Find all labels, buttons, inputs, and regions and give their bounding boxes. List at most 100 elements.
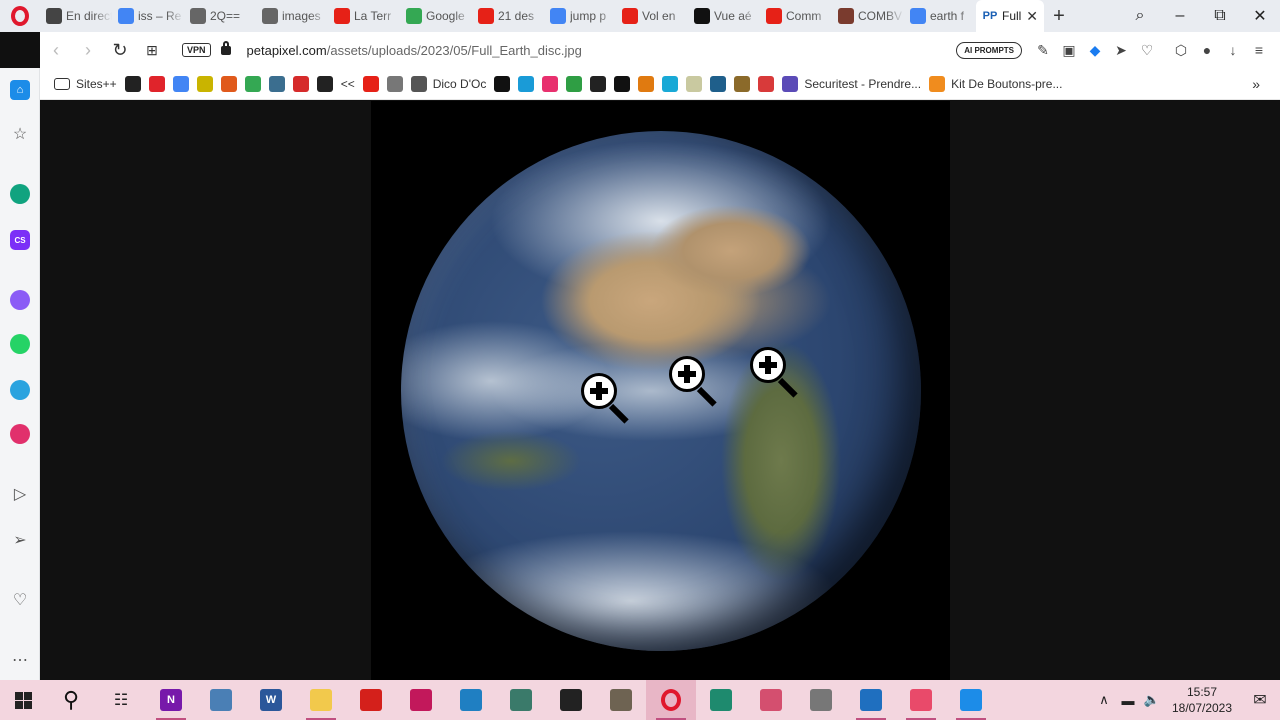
taskbar-word[interactable]: W — [246, 680, 296, 720]
heart-icon[interactable]: ♡ — [1134, 42, 1160, 59]
tab-search-icon[interactable]: ⌕ — [1120, 7, 1160, 25]
forward-button[interactable]: › — [72, 40, 104, 61]
search-button[interactable]: ⚲ — [46, 680, 96, 720]
bookmark-item[interactable]: Sites++ — [54, 77, 117, 91]
bookmark-item[interactable] — [196, 75, 213, 92]
tab[interactable]: Google — [400, 0, 472, 32]
telegram-icon[interactable] — [10, 380, 30, 400]
tab[interactable]: COMBV — [832, 0, 904, 32]
taskbar-opera[interactable] — [646, 680, 696, 720]
opera-menu-button[interactable] — [0, 0, 40, 32]
bookmark-item[interactable] — [758, 75, 775, 92]
lock-icon[interactable] — [220, 40, 231, 55]
download-icon[interactable]: ↓ — [1220, 42, 1246, 58]
send-icon[interactable]: ➤ — [1108, 42, 1134, 59]
bookmarks-more-button[interactable]: » — [1252, 76, 1260, 92]
bookmark-item[interactable] — [662, 75, 679, 92]
bookmark-item[interactable] — [710, 75, 727, 92]
notification-icon[interactable]: ✉ — [1240, 690, 1280, 710]
heart-icon[interactable]: ♡ — [10, 590, 30, 610]
taskbar-store[interactable] — [846, 680, 896, 720]
taskbar-mic[interactable] — [796, 680, 846, 720]
tab-active[interactable]: PP Full ✕ — [976, 0, 1044, 32]
close-window-button[interactable]: ✕ — [1240, 6, 1280, 26]
home-icon[interactable]: ⌂ — [10, 80, 30, 100]
player-icon[interactable]: ▷ — [10, 484, 30, 504]
clock[interactable]: 15:57 18/07/2023 — [1164, 684, 1240, 716]
taskbar-onenote[interactable]: N — [146, 680, 196, 720]
volume-icon[interactable]: 🔈 — [1140, 692, 1164, 708]
bookmark-item[interactable] — [316, 75, 333, 92]
bookmark-item[interactable] — [614, 75, 631, 92]
tab[interactable]: Vol en — [616, 0, 688, 32]
bookmark-item[interactable] — [590, 75, 607, 92]
taskbar-calculator[interactable] — [196, 680, 246, 720]
messenger-icon[interactable] — [10, 290, 30, 310]
profile-icon[interactable]: ● — [1194, 42, 1220, 58]
bookmark-item[interactable] — [386, 75, 403, 92]
tab-close-icon[interactable]: ✕ — [1026, 8, 1038, 25]
vpn-badge[interactable]: VPN — [182, 43, 211, 57]
restore-button[interactable]: ⧉ — [1200, 7, 1240, 25]
taskbar-sticky[interactable] — [546, 680, 596, 720]
bookmark-item[interactable] — [566, 75, 583, 92]
ai-prompts-button[interactable]: AI PROMPTS — [956, 41, 1022, 59]
bookmark-item[interactable]: << — [341, 77, 355, 91]
url-field[interactable]: petapixel.com/assets/uploads/2023/05/Ful… — [247, 43, 582, 58]
taskbar-photos[interactable] — [946, 680, 996, 720]
cube-icon[interactable]: ⬡ — [1168, 42, 1194, 59]
camera-icon[interactable]: ▣ — [1056, 42, 1082, 59]
tab[interactable]: jump p — [544, 0, 616, 32]
taskbar-gimp[interactable] — [596, 680, 646, 720]
easy-setup-icon[interactable]: ≡ — [1246, 42, 1272, 58]
instagram-icon[interactable] — [10, 424, 30, 444]
bookmark-item[interactable] — [494, 75, 511, 92]
tab[interactable]: 2Q== — [184, 0, 256, 32]
bookmark-item[interactable] — [148, 75, 165, 92]
taskbar-recorder[interactable] — [896, 680, 946, 720]
bookmark-item[interactable] — [292, 75, 309, 92]
cs-icon[interactable]: CS — [10, 230, 30, 250]
battery-icon[interactable]: ▬ — [1116, 693, 1140, 708]
bookmark-item[interactable]: Kit De Boutons-pre... — [929, 75, 1062, 92]
bookmark-item[interactable]: Securitest - Prendre... — [782, 75, 921, 92]
tab[interactable]: Vue aé — [688, 0, 760, 32]
taskbar-snipping[interactable] — [746, 680, 796, 720]
whatsapp-icon[interactable] — [10, 334, 30, 354]
bookmark-item[interactable] — [244, 75, 261, 92]
taskbar-app[interactable] — [496, 680, 546, 720]
send-icon[interactable]: ➢ — [10, 530, 30, 550]
edit-icon[interactable]: ✎ — [1030, 42, 1056, 59]
task-view-button[interactable]: ☷ — [96, 680, 146, 720]
reload-button[interactable]: ↻ — [104, 40, 136, 61]
taskbar-browser[interactable] — [446, 680, 496, 720]
bookmark-item[interactable] — [268, 75, 285, 92]
bookmark-item[interactable] — [734, 75, 751, 92]
tab[interactable]: iss – Re — [112, 0, 184, 32]
tab[interactable]: Comm — [760, 0, 832, 32]
shield-icon[interactable]: ◆ — [1082, 42, 1108, 59]
back-button[interactable]: ‹ — [40, 40, 72, 61]
speed-dial-button[interactable]: ⊞ — [136, 42, 168, 59]
bookmark-item[interactable] — [518, 75, 535, 92]
earth-image[interactable] — [401, 131, 921, 651]
tab[interactable]: En direct — [40, 0, 112, 32]
tab[interactable]: earth f — [904, 0, 976, 32]
tab[interactable]: images — [256, 0, 328, 32]
bookmark-item[interactable] — [638, 75, 655, 92]
minimize-button[interactable]: – — [1160, 7, 1200, 25]
chevron-up-icon[interactable]: ∧ — [1092, 692, 1116, 708]
bookmark-item[interactable] — [542, 75, 559, 92]
start-button[interactable] — [0, 680, 46, 720]
bookmark-item[interactable] — [362, 75, 379, 92]
bookmark-item[interactable] — [172, 75, 189, 92]
new-tab-button[interactable]: + — [1044, 5, 1074, 28]
taskbar-acrobat[interactable] — [346, 680, 396, 720]
tab[interactable]: La Terr — [328, 0, 400, 32]
taskbar-explorer[interactable] — [296, 680, 346, 720]
more-icon[interactable]: ⋯ — [10, 650, 30, 670]
tab[interactable]: 21 des — [472, 0, 544, 32]
taskbar-audio[interactable] — [396, 680, 446, 720]
bookmark-item[interactable] — [124, 75, 141, 92]
bookmark-item[interactable] — [686, 75, 703, 92]
